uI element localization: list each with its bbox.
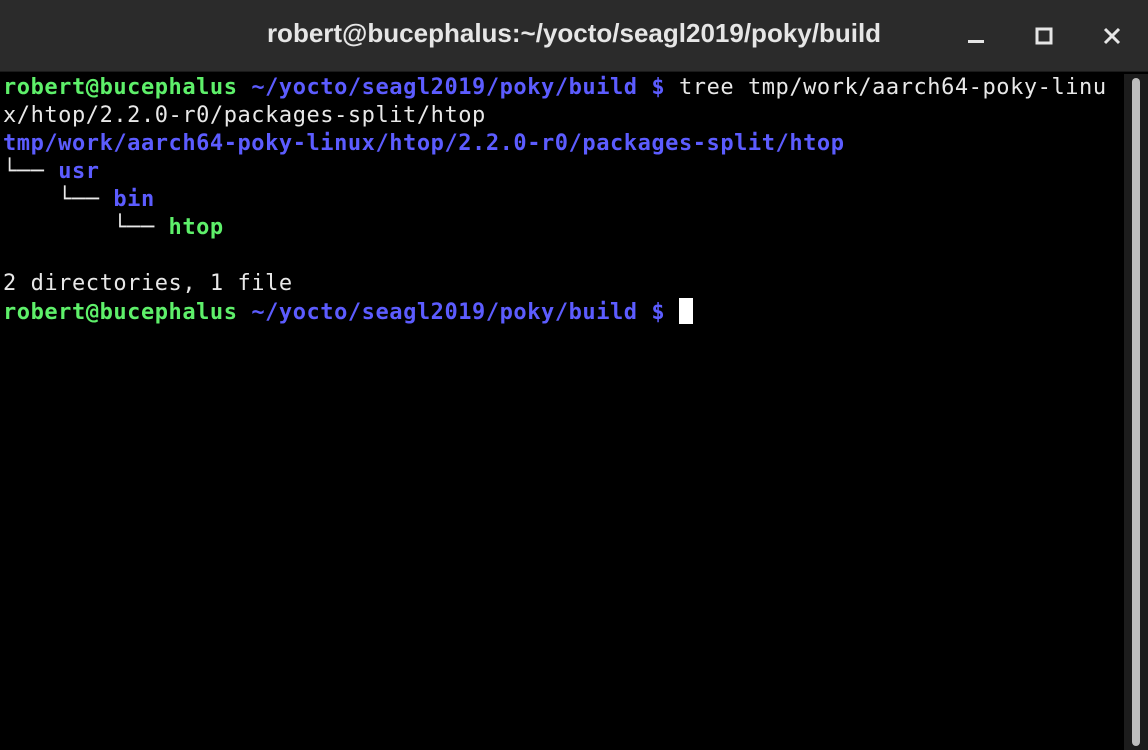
tree-root-line: tmp/work/aarch64-poky-linux/htop/2.2.0-r…	[3, 130, 1124, 158]
tree-root: tmp/work/aarch64-poky-linux/htop/2.2.0-r…	[3, 131, 845, 156]
tree-branch: └──	[3, 215, 169, 240]
command-line-2: x/htop/2.2.0-r0/packages-split/htop	[3, 102, 1124, 130]
minimize-icon	[968, 40, 984, 43]
prompt-line[interactable]: robert@bucephalus ~/yocto/seagl2019/poky…	[3, 298, 1124, 326]
close-button[interactable]	[1092, 16, 1132, 56]
close-icon	[1103, 27, 1121, 45]
tree-line-htop: └── htop	[3, 214, 1124, 242]
prompt-path: ~/yocto/seagl2019/poky/build $	[237, 75, 666, 100]
minimize-button[interactable]	[956, 16, 996, 56]
summary-line: 2 directories, 1 file	[3, 270, 1124, 298]
command-line-1: robert@bucephalus ~/yocto/seagl2019/poky…	[3, 74, 1124, 102]
command-text-part2: x/htop/2.2.0-r0/packages-split/htop	[3, 103, 486, 128]
scrollbar[interactable]	[1124, 74, 1148, 750]
tree-line-usr: └── usr	[3, 158, 1124, 186]
command-text-part1: tree tmp/work/aarch64-poky-linu	[665, 75, 1107, 100]
tree-line-bin: └── bin	[3, 186, 1124, 214]
tree-branch: └──	[3, 159, 59, 184]
tree-file-htop: htop	[168, 215, 224, 240]
tree-branch: └──	[3, 187, 114, 212]
window-title: robert@bucephalus:~/yocto/seagl2019/poky…	[266, 18, 882, 48]
terminal-window: robert@bucephalus:~/yocto/seagl2019/poky…	[0, 0, 1148, 750]
tree-dir-bin: bin	[113, 187, 155, 212]
maximize-icon	[1035, 27, 1053, 45]
prompt-user: robert@bucephalus	[3, 300, 238, 325]
terminal-output[interactable]: robert@bucephalus ~/yocto/seagl2019/poky…	[0, 74, 1124, 750]
scrollbar-thumb[interactable]	[1132, 78, 1140, 746]
tree-dir-usr: usr	[58, 159, 100, 184]
maximize-button[interactable]	[1024, 16, 1064, 56]
prompt-path: ~/yocto/seagl2019/poky/build $	[237, 300, 666, 325]
text-cursor	[678, 298, 693, 324]
prompt-user: robert@bucephalus	[3, 75, 238, 100]
tree-summary: 2 directories, 1 file	[3, 271, 293, 296]
title-bar[interactable]: robert@bucephalus:~/yocto/seagl2019/poky…	[0, 0, 1148, 72]
